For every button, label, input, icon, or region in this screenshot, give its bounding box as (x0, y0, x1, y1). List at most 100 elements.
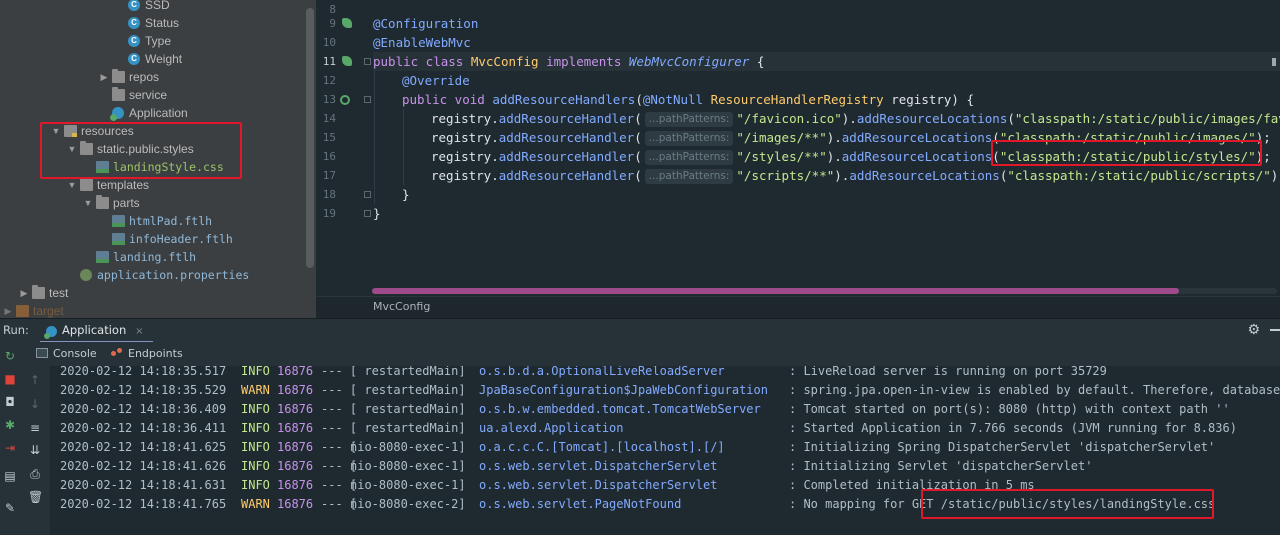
line-number: 11 (322, 55, 336, 68)
trash-icon[interactable]: 🗑 (28, 491, 43, 503)
highlight-box-log (921, 489, 1214, 519)
breadcrumb-item[interactable]: MvcConfig (373, 300, 430, 313)
log-ts: 2020-02-12 14:18:36.409 (60, 402, 227, 416)
tree-item-label: parts (113, 196, 140, 210)
tree-item-label: Weight (145, 52, 183, 66)
pin-icon[interactable]: ✎ (3, 502, 17, 514)
tree-item[interactable]: C Type (0, 32, 316, 50)
soft-wrap-icon[interactable]: ≡ (28, 422, 42, 434)
tree-item-label: landing.ftlh (113, 250, 197, 264)
log-logger: o.s.web.servlet.DispatcherServlet (479, 459, 718, 473)
tree-item[interactable]: ▶ repos (0, 68, 316, 86)
log-level: WARN (241, 497, 270, 511)
log-msg: : Initializing Servlet 'dispatcherServle… (789, 459, 1093, 473)
log-pid: 16876 (277, 440, 314, 454)
log-msg: : Started Application in 7.766 seconds (… (789, 421, 1237, 435)
tree-item-label: application.properties (97, 268, 250, 282)
log-logger: JpaBaseConfiguration$JpaWebConfiguration (479, 383, 768, 397)
code-line: public void addResourceHandlers(@NotNull… (402, 92, 974, 107)
rerun-icon[interactable]: ↻ (3, 350, 17, 362)
line-number: 12 (322, 74, 336, 87)
chevron-right-icon[interactable]: ▶ (98, 68, 110, 86)
code-line: registry.addResourceHandler(...pathPatte… (431, 168, 1280, 184)
tab-endpoints[interactable]: Endpoints (111, 347, 183, 360)
tree-item[interactable]: htmlPad.ftlh (0, 212, 316, 230)
code-line: } (373, 206, 381, 221)
parameter-hint: ...pathPatterns: (644, 112, 734, 127)
log-ts: 2020-02-12 14:18:41.631 (60, 478, 227, 492)
breadcrumb[interactable]: MvcConfig (316, 296, 1280, 318)
tree-item[interactable]: C Weight (0, 50, 316, 68)
tree-item[interactable]: ▶ test (0, 284, 316, 302)
log-thread: nio-8080-exec-1] (350, 440, 466, 454)
code-line: @EnableWebMvc (373, 35, 471, 50)
error-stripe-marker[interactable] (1272, 58, 1276, 66)
camera-icon[interactable]: ◘ (3, 396, 17, 408)
print-icon[interactable]: ⎙ (28, 468, 42, 480)
fold-marker-icon[interactable] (364, 210, 371, 217)
fold-marker-icon[interactable] (364, 191, 371, 198)
close-icon[interactable]: × (135, 326, 143, 337)
log-logger: o.s.web.servlet.DispatcherServlet (479, 478, 718, 492)
log-level: INFO (241, 478, 270, 492)
code-line: @Configuration (373, 16, 479, 31)
line-number: 13 (322, 93, 336, 106)
tree-item-label: target (33, 304, 64, 318)
code-line: } (402, 187, 410, 202)
tree-item-label: test (49, 286, 69, 300)
line-number: 15 (322, 131, 336, 144)
debug-icon[interactable]: ✱ (3, 419, 17, 431)
tree-item[interactable]: ▶ target (0, 302, 316, 318)
tab-console[interactable]: Console (36, 347, 97, 360)
stop-icon[interactable]: ■ (3, 373, 17, 385)
arrow-down-icon[interactable]: ↓ (28, 398, 42, 410)
exit-icon[interactable]: ⇥ (3, 442, 17, 454)
chevron-right-icon[interactable]: ▶ (18, 284, 30, 302)
properties-file-icon (80, 269, 92, 281)
tree-item[interactable]: infoHeader.ftlh (0, 230, 316, 248)
fold-marker-icon[interactable] (364, 58, 371, 65)
tree-item[interactable]: landing.ftlh (0, 248, 316, 266)
log-logger: o.s.web.servlet.PageNotFound (479, 497, 682, 511)
log-ts: 2020-02-12 14:18:36.411 (60, 421, 227, 435)
spring-bean-icon[interactable] (342, 56, 352, 66)
run-tab-application[interactable]: Application × (40, 319, 154, 343)
tree-item[interactable]: Application (0, 104, 316, 122)
endpoints-icon (111, 348, 123, 358)
highlight-box-tree (40, 122, 242, 179)
fold-marker-icon[interactable] (364, 96, 371, 103)
log-ts: 2020-02-12 14:18:41.765 (60, 497, 227, 511)
override-marker-icon[interactable] (340, 95, 350, 105)
code-line: @Override (402, 73, 470, 88)
log-msg: : Tomcat started on port(s): 8080 (http)… (789, 402, 1230, 416)
arrow-up-icon[interactable]: ↑ (28, 374, 42, 386)
tree-item[interactable]: ▼ parts (0, 194, 316, 212)
log-msg: : Initializing Spring DispatcherServlet … (789, 440, 1216, 454)
scroll-to-end-icon[interactable]: ⇊ (28, 444, 42, 456)
layout-icon[interactable]: ▤ (3, 470, 17, 482)
tree-item-label: repos (129, 70, 160, 84)
spring-bean-icon[interactable] (342, 18, 352, 28)
tree-item[interactable]: application.properties (0, 266, 316, 284)
chevron-right-icon[interactable]: ▶ (2, 302, 14, 318)
folder-icon (112, 69, 125, 83)
horizontal-scrollbar[interactable] (372, 288, 1179, 294)
chevron-down-icon[interactable]: ▼ (82, 194, 94, 212)
minimize-icon[interactable] (1270, 329, 1280, 331)
tree-item[interactable]: service (0, 86, 316, 104)
line-number: 9 (329, 17, 336, 30)
spring-app-icon (44, 326, 57, 339)
tree-scrollbar[interactable] (306, 8, 314, 268)
indent-guide (374, 71, 375, 204)
log-level: INFO (241, 402, 270, 416)
line-number: 17 (322, 169, 336, 182)
log-thread: nio-8080-exec-1] (350, 459, 466, 473)
tree-item[interactable]: C Status (0, 14, 316, 32)
tree-item-label: htmlPad.ftlh (129, 214, 213, 228)
tree-item-label: SSD (145, 0, 170, 12)
parameter-hint: ...pathPatterns: (644, 150, 734, 165)
tree-item[interactable]: C SSD (0, 0, 316, 14)
class-icon: C (128, 17, 140, 29)
log-logger: ua.alexd.Application (479, 421, 624, 435)
gear-icon[interactable]: ⚙ (1247, 322, 1260, 338)
